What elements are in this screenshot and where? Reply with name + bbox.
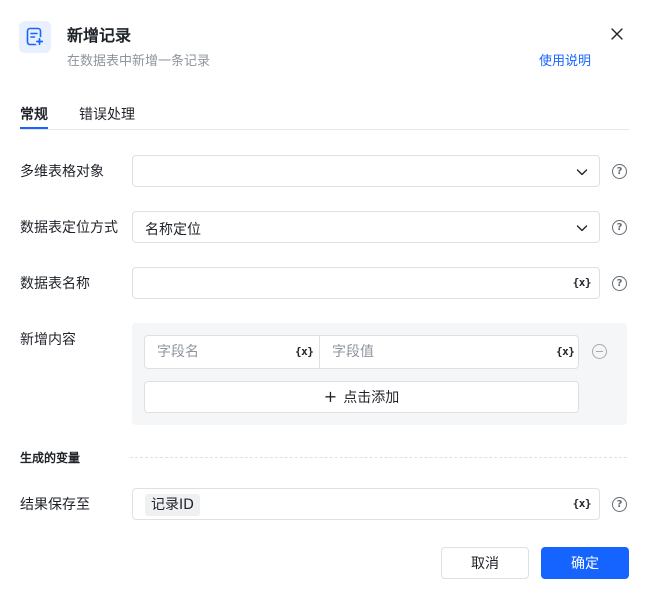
section-divider xyxy=(130,457,627,458)
field-name-input[interactable] xyxy=(145,336,290,368)
field-pair-row: {x} {x} xyxy=(144,335,579,369)
locate-method-value: 名称定位 xyxy=(145,222,201,238)
variable-tag: 记录ID xyxy=(145,494,200,516)
help-question-icon[interactable]: ? xyxy=(612,220,627,235)
table-name-input[interactable]: {x} xyxy=(132,267,600,299)
table-name-label: 数据表名称 xyxy=(20,276,90,292)
record-add-icon xyxy=(19,21,51,53)
tab-error-handling[interactable]: 错误处理 xyxy=(79,104,135,124)
add-field-button[interactable]: + 点击添加 xyxy=(144,381,579,413)
add-field-label: 点击添加 xyxy=(343,390,400,406)
help-question-icon[interactable]: ? xyxy=(612,164,627,179)
dialog-subtitle: 在数据表中新增一条记录 xyxy=(67,54,211,69)
close-icon xyxy=(611,28,623,40)
close-button[interactable] xyxy=(607,24,627,44)
plus-icon: + xyxy=(323,387,338,406)
cancel-button[interactable]: 取消 xyxy=(441,547,529,579)
variable-insert-icon[interactable]: {x} xyxy=(556,345,575,358)
help-question-icon[interactable]: ? xyxy=(612,497,627,512)
help-question-icon[interactable]: ? xyxy=(612,276,627,291)
output-section-title: 生成的变量 xyxy=(20,451,81,465)
chevron-down-icon xyxy=(576,169,588,176)
variable-insert-icon[interactable]: {x} xyxy=(573,497,592,510)
save-to-label: 结果保存至 xyxy=(20,497,90,513)
locate-method-select[interactable]: 名称定位 xyxy=(132,211,600,243)
locate-method-label: 数据表定位方式 xyxy=(20,220,118,236)
variable-insert-icon[interactable]: {x} xyxy=(573,276,592,289)
save-to-input[interactable]: 记录ID {x} xyxy=(132,488,600,520)
confirm-button[interactable]: 确定 xyxy=(541,547,629,579)
tab-general[interactable]: 常规 xyxy=(20,104,48,129)
table-object-select[interactable] xyxy=(132,155,600,187)
new-content-label: 新增内容 xyxy=(20,332,76,348)
remove-row-icon[interactable] xyxy=(592,344,607,359)
tab-bar: 常规 错误处理 xyxy=(20,104,629,130)
help-link[interactable]: 使用说明 xyxy=(539,50,591,69)
new-content-panel: {x} {x} + 点击添加 xyxy=(132,323,627,425)
variable-insert-icon[interactable]: {x} xyxy=(295,345,314,358)
table-object-label: 多维表格对象 xyxy=(20,164,104,180)
field-value-input[interactable] xyxy=(320,336,550,368)
chevron-down-icon xyxy=(576,225,588,232)
dialog-title: 新增记录 xyxy=(67,26,132,45)
